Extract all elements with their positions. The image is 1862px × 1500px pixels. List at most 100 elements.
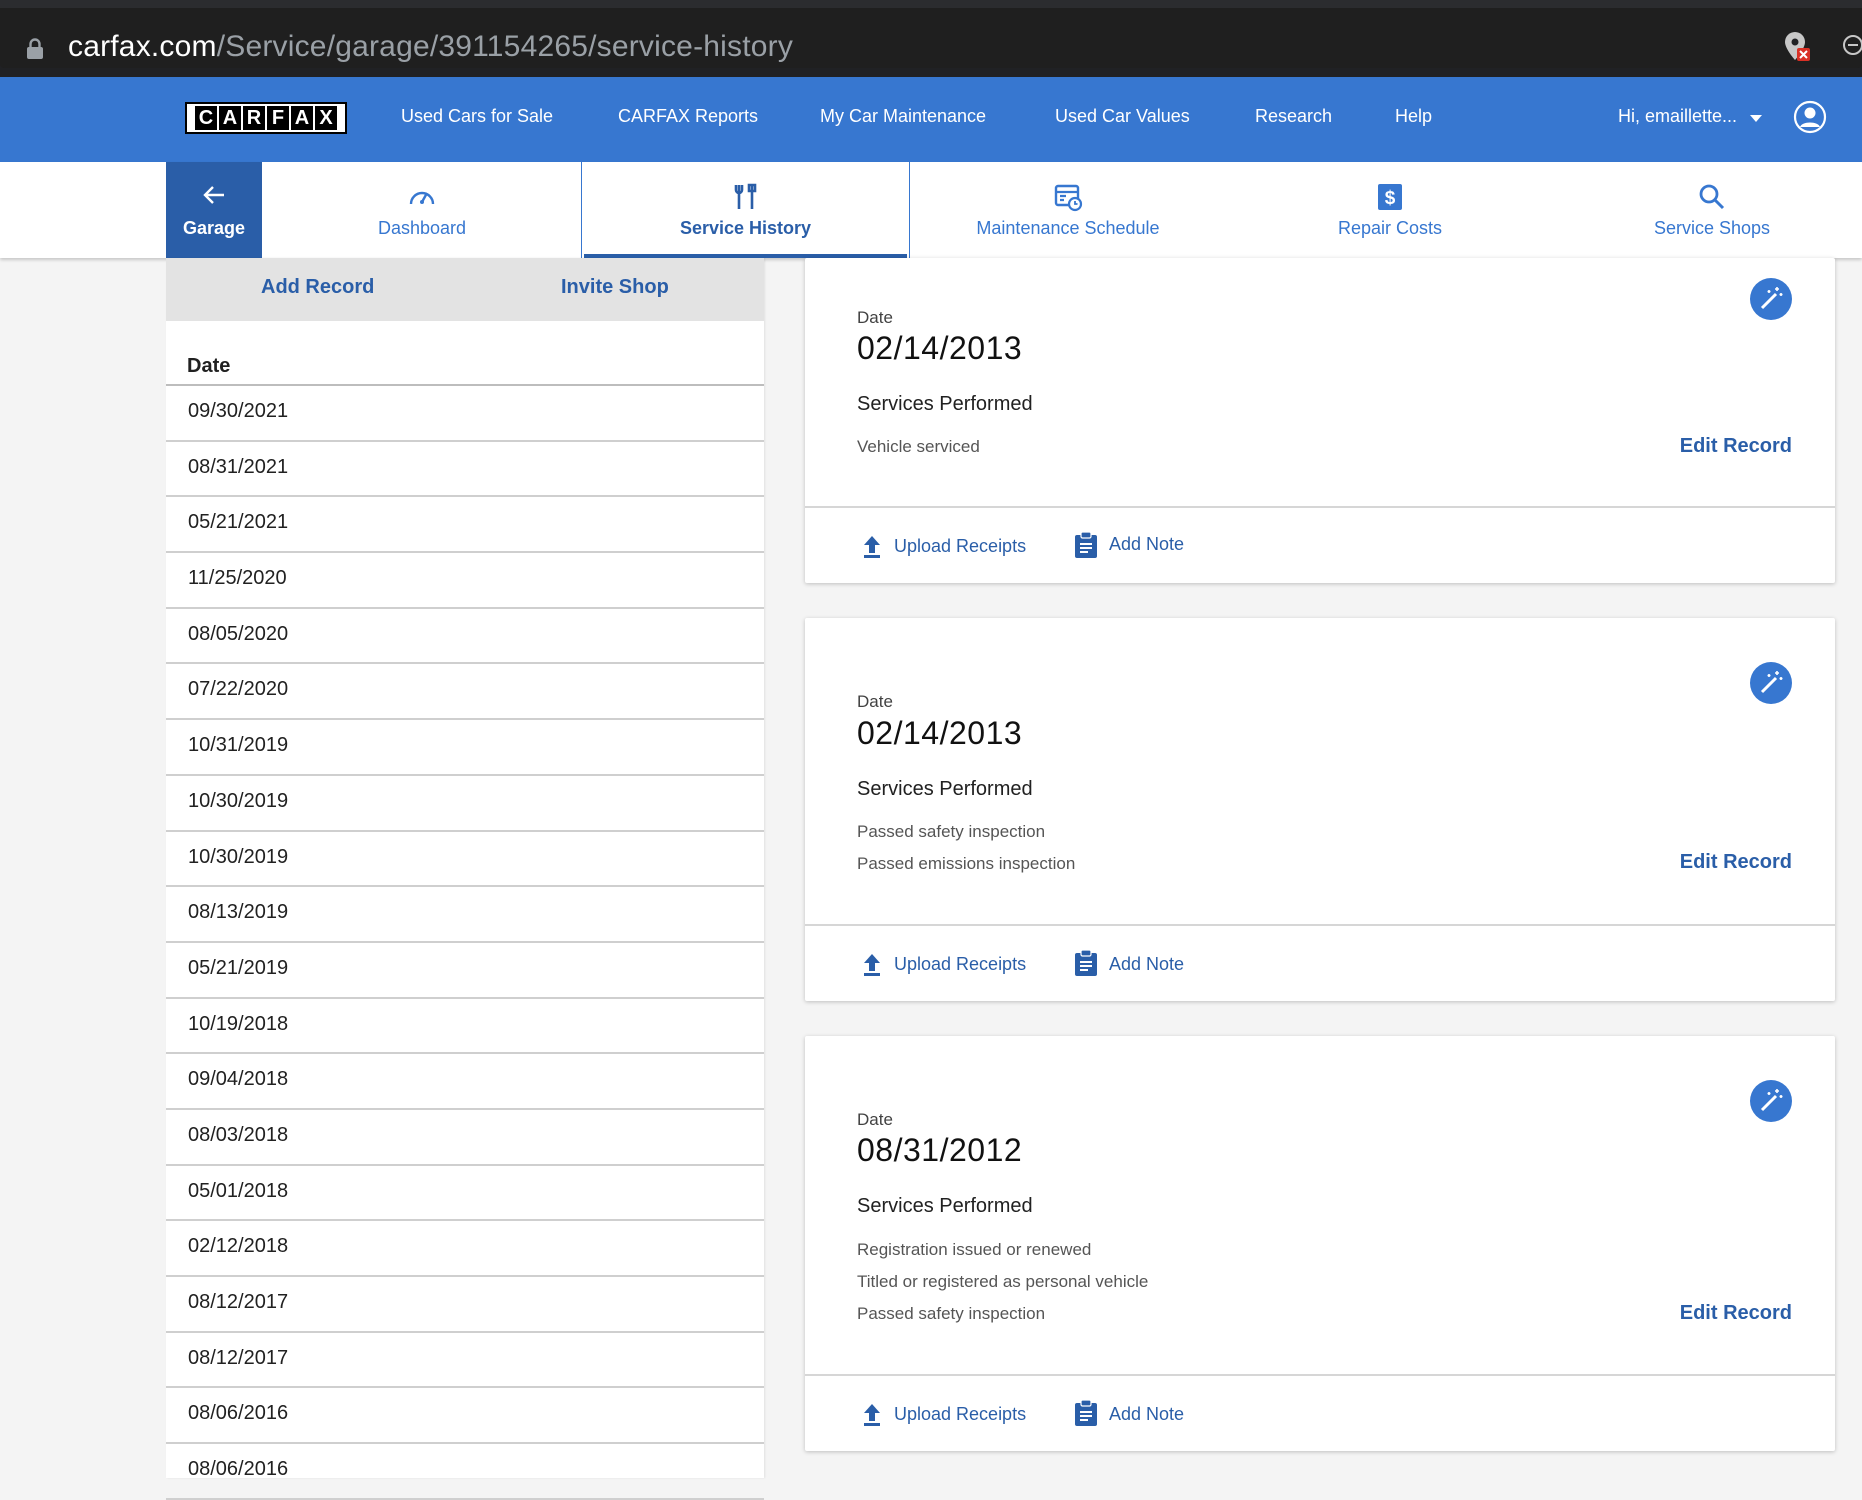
dollar-icon: $: [1378, 184, 1402, 210]
date-list-item[interactable]: 08/06/2016: [166, 1444, 764, 1500]
location-blocked-icon[interactable]: [1782, 30, 1812, 64]
date-list-item[interactable]: 02/12/2018: [166, 1221, 764, 1277]
services-performed-label: Services Performed: [857, 1195, 1033, 1217]
logo-letter: A: [219, 106, 241, 130]
tab-label: Service History: [679, 218, 812, 238]
nav-link-carfax-reports[interactable]: CARFAX Reports: [618, 106, 758, 127]
record-date: 02/14/2013: [857, 715, 1023, 751]
tab-label: Dashboard: [377, 218, 467, 238]
magic-wand-icon[interactable]: [1749, 1079, 1793, 1123]
tab-repair-costs[interactable]: $ Repair Costs: [1226, 162, 1554, 258]
carfax-logo[interactable]: C A R F A X: [185, 102, 347, 134]
upload-icon[interactable]: [861, 1402, 883, 1426]
tab-dashboard[interactable]: Dashboard: [262, 162, 582, 258]
speedometer-icon: [409, 191, 435, 205]
add-note-button[interactable]: Add Note: [1109, 954, 1184, 975]
carfax-logo-letters: C A R F A X: [195, 106, 337, 130]
date-list-item[interactable]: 08/31/2021: [166, 442, 764, 498]
caret-down-icon[interactable]: [1750, 115, 1762, 122]
account-icon[interactable]: [1793, 100, 1827, 134]
edit-record-button[interactable]: Edit Record: [1680, 435, 1792, 458]
upload-receipts-button[interactable]: Upload Receipts: [894, 1404, 1026, 1425]
service-item: Passed safety inspection: [857, 822, 1046, 841]
upload-receipts-button[interactable]: Upload Receipts: [894, 954, 1026, 975]
logo-letter: C: [195, 106, 217, 130]
date-list-item[interactable]: 07/22/2020: [166, 664, 764, 721]
list-actions: Add Record Invite Shop: [166, 258, 764, 321]
url-text[interactable]: carfax.com/Service/garage/391154265/serv…: [68, 28, 793, 66]
clipboard-icon[interactable]: [1074, 950, 1098, 976]
logo-letter: A: [291, 106, 313, 130]
tools-icon: [734, 183, 757, 209]
clipboard-icon[interactable]: [1074, 1400, 1098, 1426]
date-list-item[interactable]: 05/01/2018: [166, 1166, 764, 1222]
date-list-item[interactable]: 09/30/2021: [166, 386, 764, 442]
date-list-item[interactable]: 09/04/2018: [166, 1054, 764, 1110]
main-navigation: C A R F A X Used Cars for Sale CARFAX Re…: [0, 77, 1862, 162]
add-note-button[interactable]: Add Note: [1109, 534, 1184, 555]
upload-icon[interactable]: [861, 534, 883, 558]
date-list-item[interactable]: 05/21/2019: [166, 943, 764, 999]
logo-letter: X: [315, 106, 337, 130]
magic-wand-icon[interactable]: [1749, 661, 1793, 705]
card-divider: [805, 1374, 1835, 1376]
record-date: 08/31/2012: [857, 1132, 1023, 1168]
date-list-item[interactable]: 10/31/2019: [166, 720, 764, 776]
service-item: Passed safety inspection: [857, 1304, 1046, 1323]
date-list-item[interactable]: 08/06/2016: [166, 1388, 764, 1445]
record-date-label: Date: [857, 1110, 893, 1129]
arrow-left-icon: [203, 186, 224, 204]
search-icon: [1699, 184, 1725, 210]
upload-receipts-button[interactable]: Upload Receipts: [894, 536, 1026, 557]
edit-record-button[interactable]: Edit Record: [1680, 1302, 1792, 1325]
edit-record-button[interactable]: Edit Record: [1680, 851, 1792, 874]
garage-button[interactable]: Garage: [166, 162, 262, 258]
card-divider: [805, 506, 1835, 508]
upload-icon[interactable]: [861, 952, 883, 976]
nav-link-used-cars[interactable]: Used Cars for Sale: [401, 106, 553, 127]
address-bar[interactable]: carfax.com/Service/garage/391154265/serv…: [0, 8, 1862, 68]
url-path: /Service/garage/391154265/service-histor…: [216, 30, 794, 63]
record-date: 02/14/2013: [857, 330, 1023, 366]
date-list-item[interactable]: 08/05/2020: [166, 609, 764, 665]
service-item: Titled or registered as personal vehicle: [857, 1272, 1149, 1291]
service-item: Passed emissions inspection: [857, 854, 1076, 873]
minus-circle-icon[interactable]: [1842, 34, 1862, 56]
services-performed-label: Services Performed: [857, 778, 1033, 800]
service-item: Registration issued or renewed: [857, 1240, 1092, 1259]
logo-letter: R: [243, 106, 265, 130]
nav-link-research[interactable]: Research: [1255, 106, 1332, 127]
record-date-label: Date: [857, 692, 893, 711]
nav-link-used-car-values[interactable]: Used Car Values: [1055, 106, 1190, 127]
tab-service-shops[interactable]: Service Shops: [1554, 162, 1862, 258]
service-record-card: Date 02/14/2013 Services Performed Passe…: [805, 618, 1835, 1001]
logo-letter: F: [267, 106, 289, 130]
clipboard-icon[interactable]: [1074, 532, 1098, 558]
invite-shop-button[interactable]: Invite Shop: [561, 276, 669, 299]
date-list: 09/30/2021 08/31/2021 05/21/2021 11/25/2020…: [166, 386, 764, 1500]
add-record-button[interactable]: Add Record: [261, 276, 374, 299]
record-date-label: Date: [857, 308, 893, 327]
date-list-item[interactable]: 08/12/2017: [166, 1333, 764, 1389]
svg-text:$: $: [1385, 188, 1396, 209]
tab-service-history[interactable]: Service History: [581, 162, 910, 258]
add-note-button[interactable]: Add Note: [1109, 1404, 1184, 1425]
garage-subnav: Garage Dashboard Service History Mainten…: [0, 162, 1862, 258]
nav-link-my-car-maintenance[interactable]: My Car Maintenance: [820, 106, 986, 127]
garage-label: Garage: [182, 218, 246, 238]
user-menu[interactable]: Hi, emaillette...: [1618, 106, 1737, 127]
date-list-item[interactable]: 05/21/2021: [166, 497, 764, 554]
lock-icon[interactable]: [26, 38, 44, 60]
date-list-item[interactable]: 08/03/2018: [166, 1110, 764, 1166]
date-list-item[interactable]: 10/30/2019: [166, 776, 764, 832]
service-record-card: Date 08/31/2012 Services Performed Regis…: [805, 1036, 1835, 1451]
date-list-item[interactable]: 08/13/2019: [166, 887, 764, 943]
nav-link-help[interactable]: Help: [1395, 106, 1432, 127]
date-list-item[interactable]: 11/25/2020: [166, 553, 764, 609]
magic-wand-icon[interactable]: [1749, 277, 1793, 321]
tab-maintenance-schedule[interactable]: Maintenance Schedule: [910, 162, 1226, 258]
date-list-item[interactable]: 08/12/2017: [166, 1277, 764, 1333]
date-column-header[interactable]: Date: [187, 355, 230, 378]
date-list-item[interactable]: 10/19/2018: [166, 999, 764, 1055]
date-list-item[interactable]: 10/30/2019: [166, 832, 764, 888]
